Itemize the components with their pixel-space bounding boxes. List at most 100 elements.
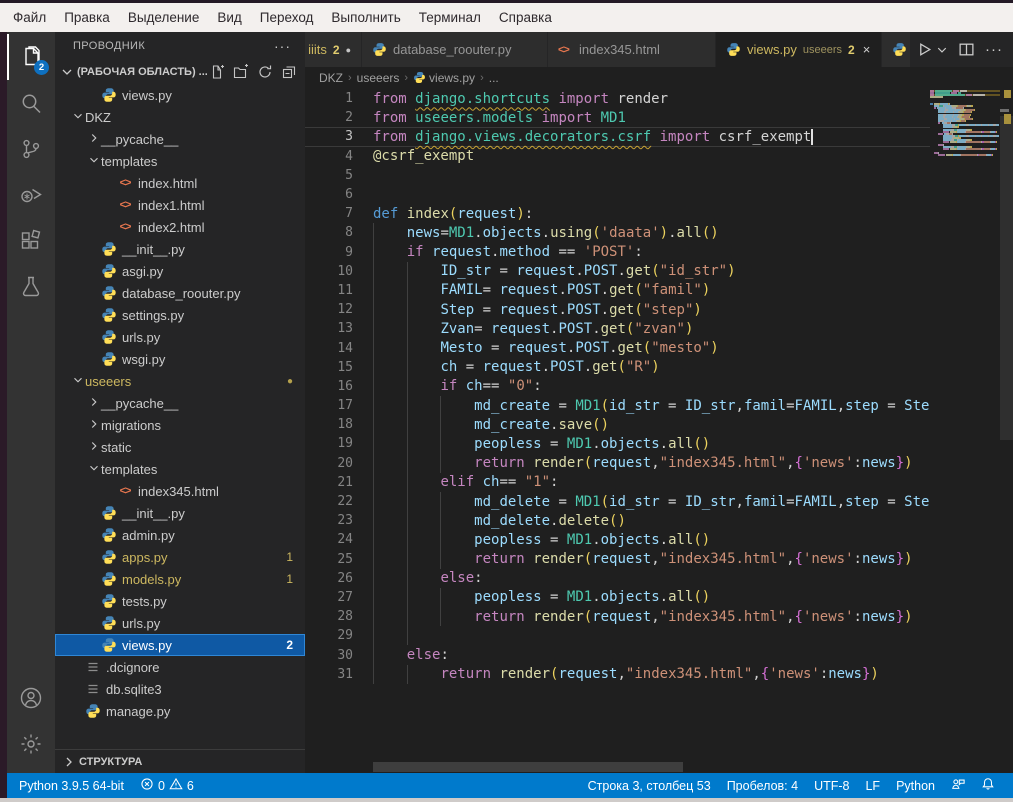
tree-file-index2-html[interactable]: <>index2.html [55,216,305,238]
status-item-0[interactable]: 06 [132,773,202,798]
menu-item-правка[interactable]: Правка [55,6,119,29]
code-line-11[interactable]: 11 FAMIL= request.POST.get("famil") [305,281,930,300]
tree-folder-templates[interactable]: templates [55,458,305,480]
horizontal-scrollbar-thumb[interactable] [373,762,683,772]
code-line-28[interactable]: 28 return render(request,"index345.html"… [305,607,930,626]
code-line-9[interactable]: 9 if request.method == 'POST': [305,243,930,262]
tree-folder--pycache-[interactable]: __pycache__ [55,392,305,414]
tab-index345-html[interactable]: <>index345.html [548,32,716,67]
close-icon[interactable]: × [863,42,871,57]
status-item-python-3-9-5-64-bit[interactable]: Python 3.9.5 64-bit [0,773,132,798]
tree-folder-static[interactable]: static [55,436,305,458]
code-line-15[interactable]: 15 ch = request.POST.get("R") [305,358,930,377]
menu-item-выполнить[interactable]: Выполнить [322,6,409,29]
code-area[interactable]: 1from django.shortcuts import render2fro… [305,88,1013,773]
menu-item-выделение[interactable]: Выделение [119,6,209,29]
tree-file-tests-py[interactable]: tests.py [55,590,305,612]
tree-file--init-py[interactable]: __init__.py [55,502,305,524]
tree-file-index345-html[interactable]: <>index345.html [55,480,305,502]
status-item-пробелов-4[interactable]: Пробелов: 4 [719,773,806,798]
code-line-20[interactable]: 20 return render(request,"index345.html"… [305,454,930,473]
code-line-21[interactable]: 21 elif ch== "1": [305,473,930,492]
tree-folder--pycache-[interactable]: __pycache__ [55,128,305,150]
code-line-2[interactable]: 2from useeers.models import MD1 [305,108,930,127]
run-dropdown-icon[interactable] [936,44,948,56]
code-line-4[interactable]: 4@csrf_exempt [305,147,930,166]
tree-file-asgi-py[interactable]: asgi.py [55,260,305,282]
status-item-строка-3-столбец-53[interactable]: Строка 3, столбец 53 [580,773,719,798]
code-line-14[interactable]: 14 Mesto = request.POST.get("mesto") [305,338,930,357]
code-line-27[interactable]: 27 peopless = MD1.objects.all() [305,588,930,607]
outline-section-header[interactable]: СТРУКТУРА [55,749,305,773]
tree-file-views-py[interactable]: views.py [55,84,305,106]
sidebar-more-actions-icon[interactable]: ··· [274,38,291,54]
tree-file-models-py[interactable]: models.py1 [55,568,305,590]
tree-file-admin-py[interactable]: admin.py [55,524,305,546]
tab-database-roouter-py[interactable]: database_roouter.py [362,32,548,67]
activity-extensions-icon[interactable] [7,218,55,264]
tree-file-urls-py[interactable]: urls.py [55,612,305,634]
code-line-5[interactable]: 5 [305,166,930,185]
code-line-10[interactable]: 10 ID_str = request.POST.get("id_str") [305,262,930,281]
code-line-30[interactable]: 30 else: [305,645,930,664]
split-editor-icon[interactable] [958,41,975,58]
tree-file--init-py[interactable]: __init__.py [55,238,305,260]
vertical-scrollbar-thumb[interactable] [1000,116,1013,440]
code-line-25[interactable]: 25 return render(request,"index345.html"… [305,550,930,569]
tree-file-urls-py[interactable]: urls.py [55,326,305,348]
activity-run-debug-icon[interactable] [7,172,55,218]
activity-settings-icon[interactable] [7,721,55,767]
activity-account-icon[interactable] [7,675,55,721]
code-line-1[interactable]: 1from django.shortcuts import render [305,89,930,108]
status-item[interactable] [973,773,1003,798]
menu-item-терминал[interactable]: Терминал [410,6,490,29]
menu-item-справка[interactable]: Справка [490,6,561,29]
breadcrumb-item[interactable]: useeers [357,71,400,85]
breadcrumb-item[interactable]: views.py [413,71,475,85]
code-line-16[interactable]: 16 if ch== "0": [305,377,930,396]
collapse-all-icon[interactable] [281,64,297,80]
tree-folder-templates[interactable]: templates [55,150,305,172]
code-line-29[interactable]: 29 [305,626,930,645]
tree-folder-dkz[interactable]: DKZ [55,106,305,128]
code-line-17[interactable]: 17 md_create = MD1(id_str = ID_str,famil… [305,396,930,415]
editor-more-actions-icon[interactable]: ··· [985,41,1003,58]
code-line-22[interactable]: 22 md_delete = MD1(id_str = ID_str,famil… [305,492,930,511]
status-item[interactable] [943,773,973,798]
activity-source-control-icon[interactable] [7,126,55,172]
activity-explorer-icon[interactable]: 2 [7,34,55,80]
breadcrumb-item[interactable]: DKZ [319,71,343,85]
activity-testing-icon[interactable] [7,264,55,310]
tree-file-manage-py[interactable]: manage.py [55,700,305,722]
status-item-utf-8[interactable]: UTF-8 [806,773,857,798]
tree-file-index-html[interactable]: <>index.html [55,172,305,194]
new-folder-icon[interactable] [233,64,249,80]
menu-item-вид[interactable]: Вид [208,6,250,29]
code-line-18[interactable]: 18 md_create.save() [305,415,930,434]
code-line-26[interactable]: 26 else: [305,569,930,588]
scrollbar-overview-ruler[interactable] [1000,88,1013,773]
code-line-8[interactable]: 8 news=MD1.objects.using('daata').all() [305,223,930,242]
code-line-3[interactable]: 3from django.views.decorators.csrf impor… [305,127,930,146]
code-line-24[interactable]: 24 peopless = MD1.objects.all() [305,530,930,549]
workspace-section-header[interactable]: (РАБОЧАЯ ОБЛАСТЬ) ... [55,60,305,84]
new-file-icon[interactable] [209,64,225,80]
tree-file-apps-py[interactable]: apps.py1 [55,546,305,568]
tree-file--dcignore[interactable]: .dcignore [55,656,305,678]
tree-folder-migrations[interactable]: migrations [55,414,305,436]
tree-file-views-py[interactable]: views.py2 [55,634,305,656]
code-line-19[interactable]: 19 peopless = MD1.objects.all() [305,434,930,453]
code-line-7[interactable]: 7def index(request): [305,204,930,223]
tree-file-db-sqlite3[interactable]: db.sqlite3 [55,678,305,700]
tree-file-wsgi-py[interactable]: wsgi.py [55,348,305,370]
status-item-lf[interactable]: LF [857,773,888,798]
code-line-12[interactable]: 12 Step = request.POST.get("step") [305,300,930,319]
menu-item-файл[interactable]: Файл [4,6,55,29]
minimap[interactable] [930,90,1000,156]
refresh-icon[interactable] [257,64,273,80]
tree-folder-useeers[interactable]: useeers● [55,370,305,392]
menu-item-переход[interactable]: Переход [251,6,323,29]
code-line-13[interactable]: 13 Zvan= request.POST.get("zvan") [305,319,930,338]
tab-views-py[interactable]: views.pyuseeers2× [716,32,882,67]
status-item-python[interactable]: Python [888,773,943,798]
